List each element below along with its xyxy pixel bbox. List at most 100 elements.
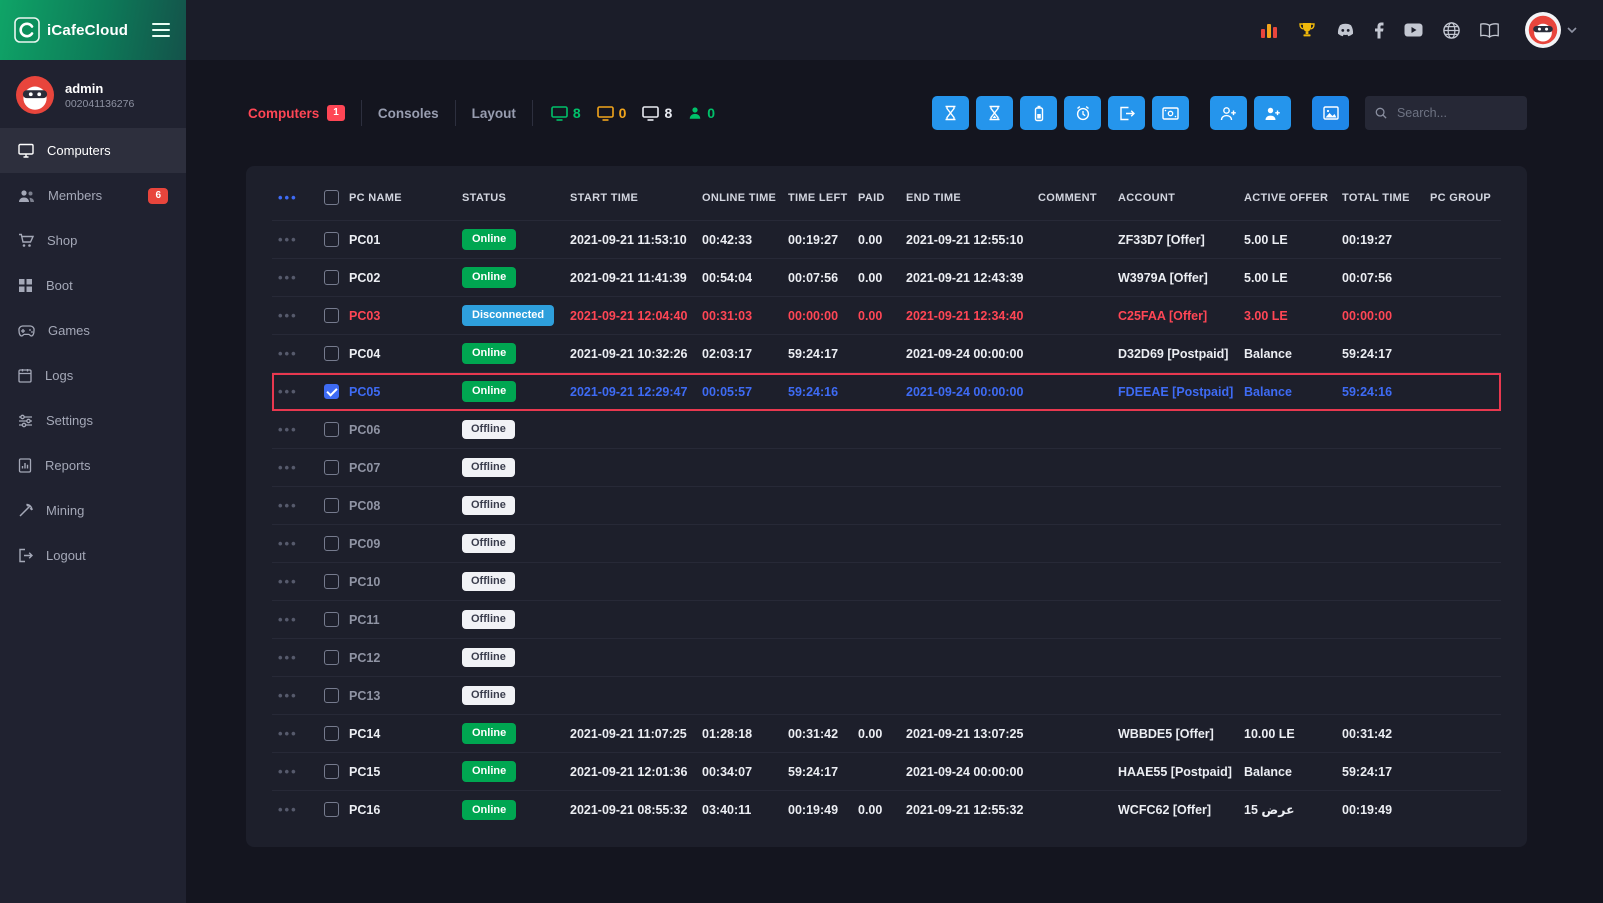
row-actions-button[interactable]: ••• — [278, 232, 298, 247]
tab-layout[interactable]: Layout — [456, 100, 533, 126]
screenshot-button[interactable] — [1312, 96, 1349, 130]
globe-icon[interactable] — [1443, 22, 1460, 39]
user-menu[interactable] — [1525, 12, 1577, 48]
table-row[interactable]: ••• PC02 Online 2021-09-21 11:41:39 00:5… — [272, 259, 1501, 297]
cell-paid: 0.00 — [852, 715, 900, 753]
row-checkbox[interactable] — [324, 612, 339, 627]
facebook-icon[interactable] — [1375, 22, 1384, 39]
row-actions-button[interactable]: ••• — [278, 574, 298, 589]
hourglass-button[interactable] — [932, 96, 969, 130]
row-checkbox[interactable] — [324, 232, 339, 247]
cash-button[interactable] — [1152, 96, 1189, 130]
youtube-icon[interactable] — [1404, 23, 1423, 37]
menu-toggle-button[interactable] — [148, 15, 174, 45]
header-actions-button[interactable]: ••• — [278, 190, 298, 205]
row-checkbox[interactable] — [324, 574, 339, 589]
row-actions-button[interactable]: ••• — [278, 498, 298, 513]
cell-paid — [852, 677, 900, 715]
search-input[interactable] — [1395, 105, 1517, 121]
row-actions-button[interactable]: ••• — [278, 650, 298, 665]
row-checkbox[interactable] — [324, 536, 339, 551]
row-checkbox[interactable] — [324, 650, 339, 665]
add-user-button[interactable] — [1210, 96, 1247, 130]
battery-button[interactable] — [1020, 96, 1057, 130]
warning-pc-count: 0 — [619, 105, 627, 121]
row-checkbox[interactable] — [324, 802, 339, 817]
sidebar-item-label: Shop — [47, 233, 77, 248]
tab-label: Consoles — [378, 106, 439, 121]
table-row[interactable]: ••• PC06 Offline — [272, 411, 1501, 449]
sidebar-item-members[interactable]: Members 6 — [0, 173, 186, 218]
book-icon[interactable] — [1480, 23, 1499, 38]
table-row[interactable]: ••• PC11 Offline — [272, 601, 1501, 639]
row-checkbox[interactable] — [324, 384, 339, 399]
table-row[interactable]: ••• PC15 Online 2021-09-21 12:01:36 00:3… — [272, 753, 1501, 791]
select-all-checkbox[interactable] — [324, 190, 339, 205]
row-actions-button[interactable]: ••• — [278, 308, 298, 323]
table-row[interactable]: ••• PC12 Offline — [272, 639, 1501, 677]
computers-table: ••• PC NAME STATUS START TIME ONLINE TIM… — [272, 172, 1501, 829]
table-row[interactable]: ••• PC14 Online 2021-09-21 11:07:25 01:2… — [272, 715, 1501, 753]
stats-icon[interactable] — [1260, 22, 1278, 38]
row-checkbox[interactable] — [324, 346, 339, 361]
row-actions-button[interactable]: ••• — [278, 270, 298, 285]
cell-pc-group — [1424, 715, 1501, 753]
table-row[interactable]: ••• PC16 Online 2021-09-21 08:55:32 03:4… — [272, 791, 1501, 829]
row-actions-button[interactable]: ••• — [278, 460, 298, 475]
row-actions-button[interactable]: ••• — [278, 346, 298, 361]
avatar[interactable] — [1525, 12, 1561, 48]
row-checkbox[interactable] — [324, 726, 339, 741]
tab-computers[interactable]: Computers 1 — [246, 100, 362, 126]
sidebar-item-logs[interactable]: Logs — [0, 353, 186, 398]
row-checkbox[interactable] — [324, 270, 339, 285]
cell-active-offer: 5.00 LE — [1238, 221, 1336, 259]
row-actions-button[interactable]: ••• — [278, 612, 298, 627]
add-guest-button[interactable] — [1254, 96, 1291, 130]
tab-consoles[interactable]: Consoles — [362, 100, 456, 126]
table-row[interactable]: ••• PC01 Online 2021-09-21 11:53:10 00:4… — [272, 221, 1501, 259]
row-checkbox[interactable] — [324, 308, 339, 323]
search-box[interactable] — [1365, 96, 1527, 130]
row-actions-button[interactable]: ••• — [278, 536, 298, 551]
cell-pc-group — [1424, 525, 1501, 563]
table-row[interactable]: ••• PC04 Online 2021-09-21 10:32:26 02:0… — [272, 335, 1501, 373]
table-row[interactable]: ••• PC07 Offline — [272, 449, 1501, 487]
table-row[interactable]: ••• PC13 Offline — [272, 677, 1501, 715]
sidebar-item-boot[interactable]: Boot — [0, 263, 186, 308]
row-actions-button[interactable]: ••• — [278, 726, 298, 741]
guest-counter: 0 — [688, 105, 715, 121]
sidebar-item-computers[interactable]: Computers — [0, 128, 186, 173]
row-actions-button[interactable]: ••• — [278, 764, 298, 779]
hourglass-alt-button[interactable] — [976, 96, 1013, 130]
sidebar-item-games[interactable]: Games — [0, 308, 186, 353]
sidebar-item-mining[interactable]: Mining — [0, 488, 186, 533]
col-time-left: TIME LEFT — [782, 172, 852, 221]
row-checkbox[interactable] — [324, 764, 339, 779]
row-actions-button[interactable]: ••• — [278, 688, 298, 703]
discord-icon[interactable] — [1336, 23, 1355, 38]
checkout-button[interactable] — [1108, 96, 1145, 130]
sidebar-profile[interactable]: admin 002041136276 — [0, 60, 186, 128]
table-row[interactable]: ••• PC08 Offline — [272, 487, 1501, 525]
monitor-icon — [551, 106, 568, 121]
trophy-icon[interactable] — [1298, 22, 1316, 39]
table-row[interactable]: ••• PC10 Offline — [272, 563, 1501, 601]
table-row[interactable]: ••• PC05 Online 2021-09-21 12:29:47 00:0… — [272, 373, 1501, 411]
row-checkbox[interactable] — [324, 498, 339, 513]
table-row[interactable]: ••• PC03 Disconnected 2021-09-21 12:04:4… — [272, 297, 1501, 335]
alarm-button[interactable] — [1064, 96, 1101, 130]
row-checkbox[interactable] — [324, 688, 339, 703]
checkout-icon — [1119, 106, 1135, 121]
row-checkbox[interactable] — [324, 422, 339, 437]
sidebar-item-reports[interactable]: Reports — [0, 443, 186, 488]
row-checkbox[interactable] — [324, 460, 339, 475]
sidebar-item-logout[interactable]: Logout — [0, 533, 186, 578]
sidebar-item-settings[interactable]: Settings — [0, 398, 186, 443]
cell-start-time — [564, 677, 696, 715]
row-actions-button[interactable]: ••• — [278, 384, 298, 399]
row-actions-button[interactable]: ••• — [278, 422, 298, 437]
sidebar-item-shop[interactable]: Shop — [0, 218, 186, 263]
table-row[interactable]: ••• PC09 Offline — [272, 525, 1501, 563]
cell-total-time: 00:19:49 — [1336, 791, 1424, 829]
row-actions-button[interactable]: ••• — [278, 802, 298, 817]
